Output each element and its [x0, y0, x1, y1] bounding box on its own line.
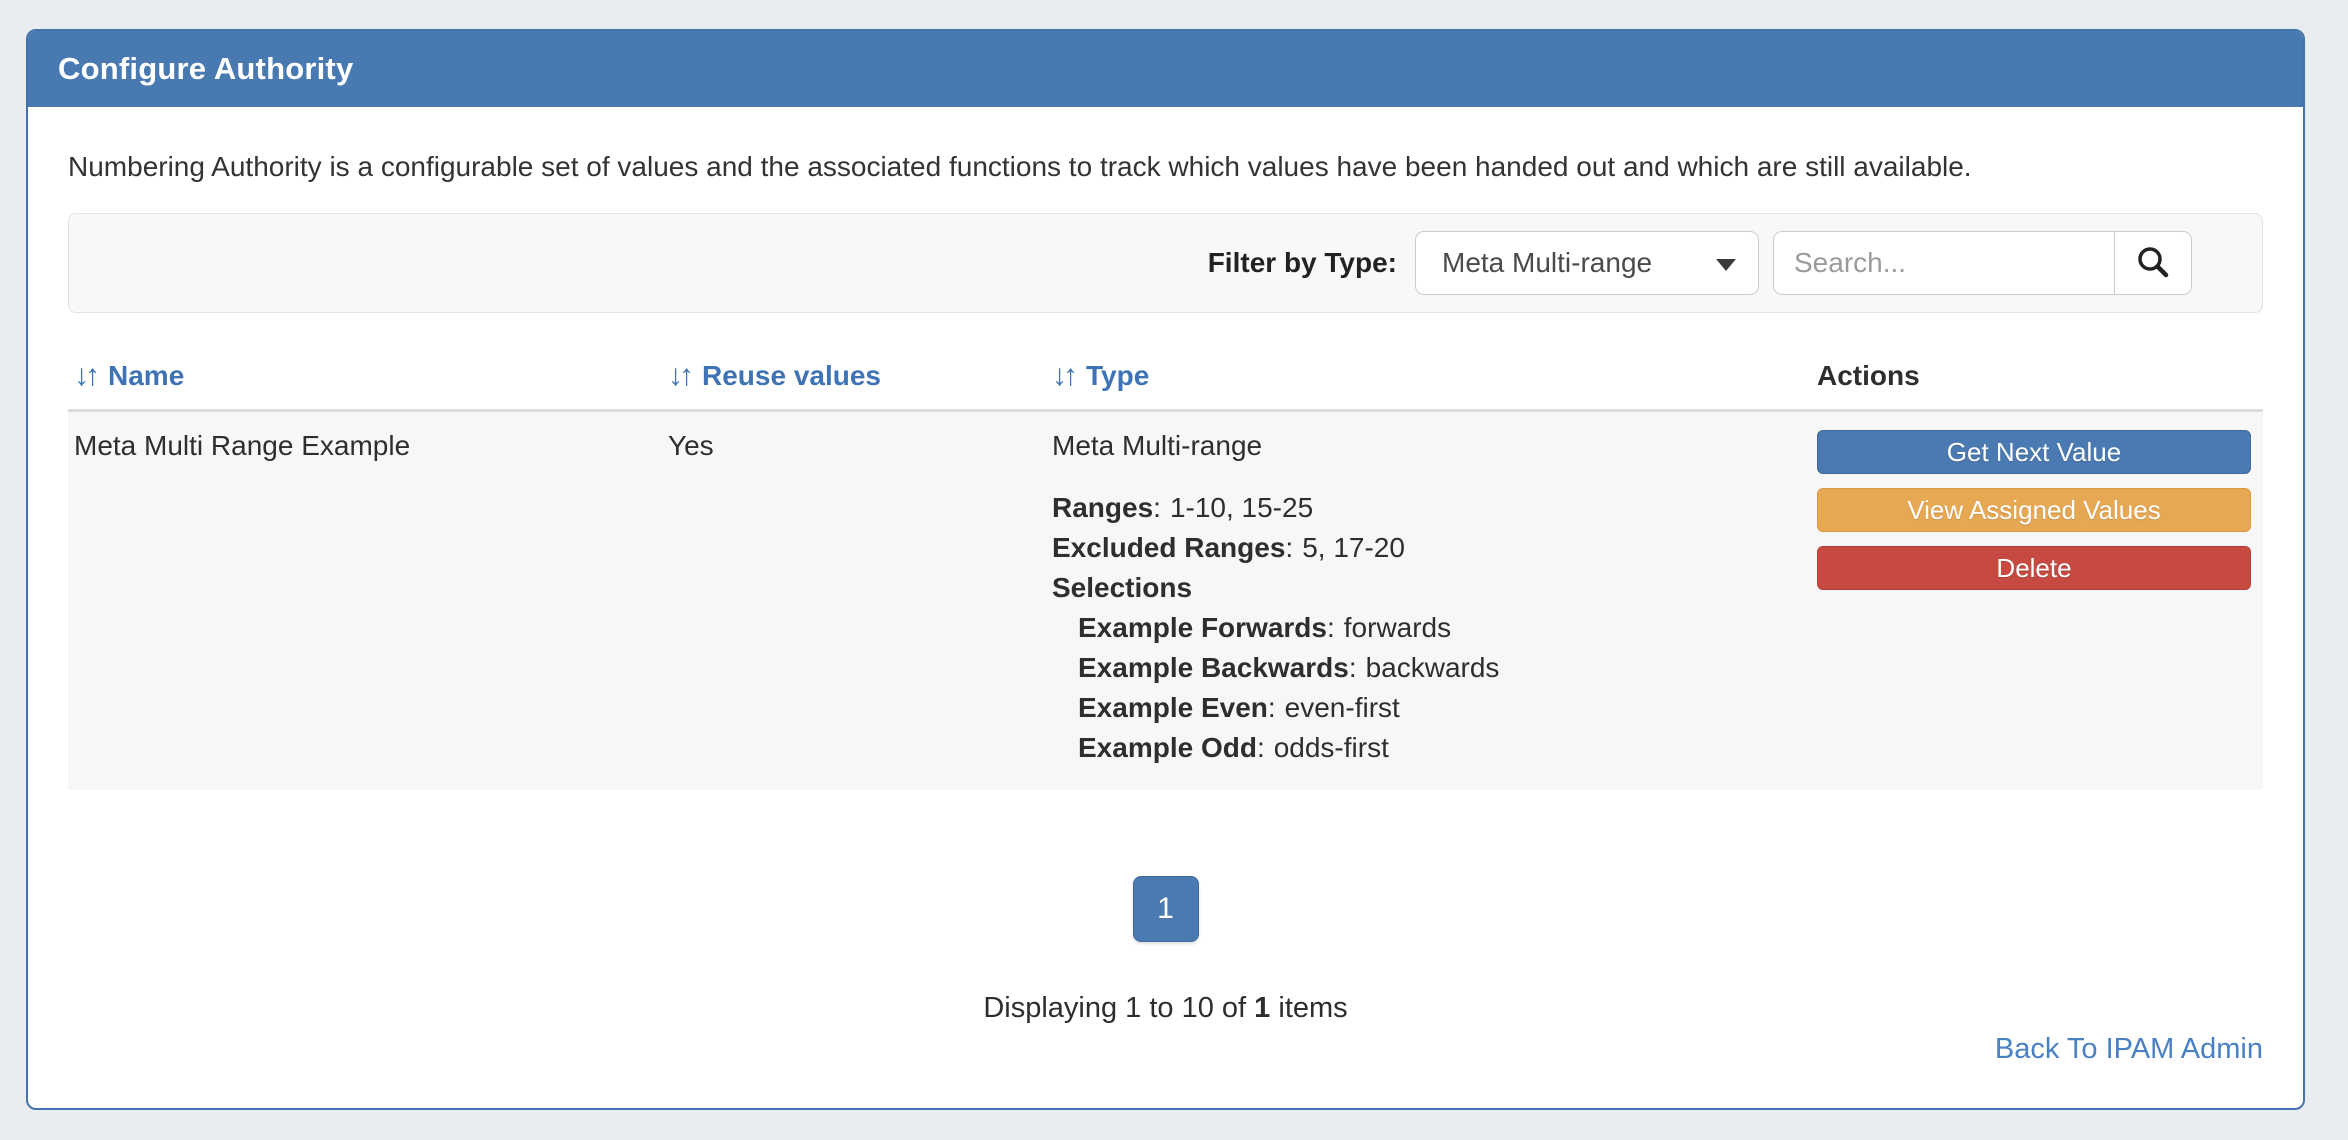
selection-value: backwards: [1366, 652, 1500, 683]
configure-authority-panel: Configure Authority Numbering Authority …: [26, 29, 2305, 1110]
cell-name: Meta Multi Range Example: [68, 426, 662, 768]
type-value: Meta Multi-range: [1052, 426, 1811, 466]
summary-count: 1: [1254, 992, 1270, 1024]
selection-label: Example Even: [1078, 692, 1268, 723]
ranges-value: 1-10, 15-25: [1170, 492, 1313, 523]
page-title: Configure Authority: [58, 51, 353, 87]
separator: :: [1268, 692, 1276, 723]
back-to-ipam-admin-link[interactable]: Back To IPAM Admin: [1995, 1033, 2263, 1065]
summary-prefix: Displaying 1 to 10 of: [983, 992, 1254, 1024]
column-header-reuse-values[interactable]: ↓↑ Reuse values: [662, 359, 1046, 393]
selection-label: Example Odd: [1078, 732, 1257, 763]
sort-icon: ↓↑: [74, 359, 96, 393]
selection-value: odds-first: [1274, 732, 1389, 763]
pagination: 1: [68, 876, 2263, 942]
column-header-actions: Actions: [1811, 359, 2263, 393]
search-button[interactable]: [2114, 231, 2192, 295]
footer: Back To IPAM Admin: [68, 1033, 2263, 1066]
type-details: Ranges:1-10, 15-25 Excluded Ranges:5, 17…: [1052, 488, 1811, 768]
panel-body: Numbering Authority is a configurable se…: [28, 151, 2303, 1066]
panel-header: Configure Authority: [28, 31, 2303, 107]
separator: :: [1327, 612, 1335, 643]
column-label: Reuse values: [702, 360, 881, 392]
filter-bar: Filter by Type: Meta Multi-range: [68, 213, 2263, 313]
get-next-value-button[interactable]: Get Next Value: [1817, 430, 2251, 474]
column-header-name[interactable]: ↓↑ Name: [68, 359, 662, 393]
selection-label: Example Backwards: [1078, 652, 1349, 683]
excluded-ranges-value: 5, 17-20: [1302, 532, 1405, 563]
filter-by-type-label: Filter by Type:: [1208, 247, 1397, 279]
search-group: [1773, 231, 2192, 295]
type-filter-selected-value: Meta Multi-range: [1442, 247, 1652, 279]
column-label: Type: [1086, 360, 1149, 392]
summary-suffix: items: [1270, 992, 1347, 1024]
excluded-ranges-line: Excluded Ranges:5, 17-20: [1052, 528, 1811, 568]
separator: :: [1349, 652, 1357, 683]
ranges-line: Ranges:1-10, 15-25: [1052, 488, 1811, 528]
column-label: Actions: [1817, 360, 1920, 392]
selection-item: Example Backwards: backwards: [1052, 648, 1811, 688]
chevron-down-icon: [1716, 259, 1736, 271]
column-label: Name: [108, 360, 184, 392]
description-text: Numbering Authority is a configurable se…: [68, 151, 2263, 183]
cell-type: Meta Multi-range Ranges:1-10, 15-25 Excl…: [1046, 426, 1811, 768]
table-header-row: ↓↑ Name ↓↑ Reuse values ↓↑ Type Actions: [68, 347, 2263, 412]
excluded-ranges-label: Excluded Ranges: [1052, 532, 1285, 563]
sort-icon: ↓↑: [668, 359, 690, 393]
type-filter-select[interactable]: Meta Multi-range: [1415, 231, 1759, 295]
search-input[interactable]: [1773, 231, 2115, 295]
selection-item: Example Even: even-first: [1052, 688, 1811, 728]
displaying-summary: Displaying 1 to 10 of 1 items: [68, 992, 2263, 1025]
separator: :: [1285, 532, 1293, 563]
separator: :: [1153, 492, 1161, 523]
selection-value: even-first: [1285, 692, 1400, 723]
page-1-button[interactable]: 1: [1133, 876, 1199, 942]
view-assigned-values-button[interactable]: View Assigned Values: [1817, 488, 2251, 532]
selection-item: Example Odd: odds-first: [1052, 728, 1811, 768]
selection-value: forwards: [1344, 612, 1451, 643]
column-header-type[interactable]: ↓↑ Type: [1046, 359, 1811, 393]
selection-item: Example Forwards: forwards: [1052, 608, 1811, 648]
selections-heading: Selections: [1052, 568, 1811, 608]
cell-actions: Get Next Value View Assigned Values Dele…: [1811, 426, 2263, 768]
table-row: Meta Multi Range Example Yes Meta Multi-…: [68, 412, 2263, 790]
search-icon: [2135, 244, 2171, 283]
cell-reuse-values: Yes: [662, 426, 1046, 768]
authorities-table: ↓↑ Name ↓↑ Reuse values ↓↑ Type Actions …: [68, 347, 2263, 790]
sort-icon: ↓↑: [1052, 359, 1074, 393]
separator: :: [1257, 732, 1265, 763]
ranges-label: Ranges: [1052, 492, 1153, 523]
selection-label: Example Forwards: [1078, 612, 1327, 643]
delete-button[interactable]: Delete: [1817, 546, 2251, 590]
